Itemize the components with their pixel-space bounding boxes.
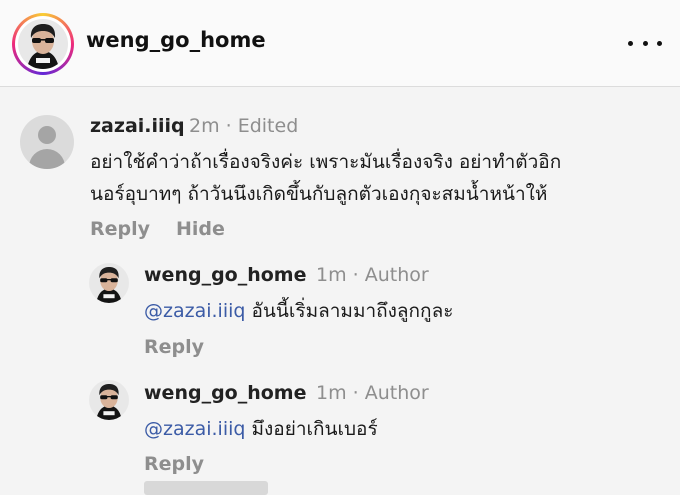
reply-text: @zazai.iiiq อันนี้เริ่มลามมาถึงลูกกูละ [144,294,453,328]
comment-username[interactable]: zazai.iiiq [90,115,185,137]
reply-meta: 1m · Author [316,382,429,404]
reply-reply-button[interactable]: Reply [144,336,204,358]
header-avatar[interactable] [12,13,74,75]
reply-reply-button[interactable]: Reply [144,453,204,475]
post-header: weng_go_home [0,0,680,87]
reply-username[interactable]: weng_go_home [144,264,306,286]
cut-off-action-link [144,481,268,495]
comment-text-line1: อย่าใช้คำว่าถ้าเรื่องจริงค่ะ เพราะมันเรื… [90,151,562,173]
header-username[interactable]: weng_go_home [86,28,266,52]
reply-username[interactable]: weng_go_home [144,382,306,404]
reply-avatar-icon[interactable] [89,380,129,420]
more-horizontal-icon[interactable] [628,30,662,56]
comment-reply-button[interactable]: Reply [90,218,150,240]
comment-meta: 2m · Edited [189,115,299,137]
reply-mention[interactable]: @zazai.iiiq [144,418,245,440]
reply-avatar-icon[interactable] [89,263,129,303]
reply-body: อันนี้เริ่มลามมาถึงลูกกูละ [245,300,454,322]
default-avatar-icon[interactable] [20,115,74,169]
profile-photo-icon [18,19,68,69]
comment-hide-button[interactable]: Hide [176,218,225,240]
reply-meta: 1m · Author [316,264,429,286]
reply-body: มึงอย่าเกินเบอร์ [245,418,378,440]
reply-mention[interactable]: @zazai.iiiq [144,300,245,322]
comment-text-line2: นอร์อุบาทๆ ถ้าวันนึงเกิดขึ้นกับลูกตัวเอง… [90,183,548,205]
reply-text: @zazai.iiiq มึงอย่าเกินเบอร์ [144,412,378,446]
